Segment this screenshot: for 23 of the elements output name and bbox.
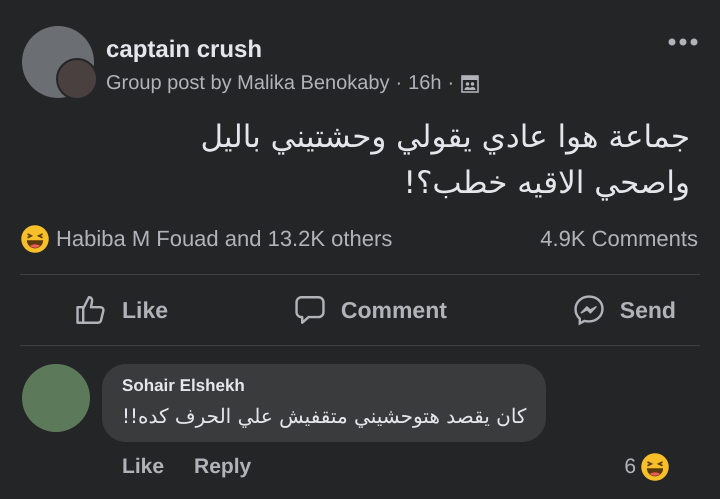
comment-button[interactable]: Comment	[288, 289, 451, 331]
post-text: جماعة هوا عادي يقولي وحشتيني باليل واصحي الاقيه خطب؟!	[199, 118, 691, 203]
like-link[interactable]: Like	[122, 455, 164, 479]
group-name-link[interactable]: captain crush	[106, 36, 668, 64]
group-icon	[460, 74, 480, 94]
commenter-name[interactable]: Sohair Elshekh	[122, 376, 526, 396]
comments-count[interactable]: 4.9K Comments	[540, 226, 698, 252]
comment-text: كان يقصد هتوحشيني متقفيش علي الحرف كده!!	[122, 404, 526, 428]
more-options-icon[interactable]	[668, 38, 698, 46]
reply-link[interactable]: Reply	[194, 455, 252, 479]
laughing-emoji-icon	[20, 224, 50, 254]
reactions-summary[interactable]: Habiba M Fouad and 13.2K others	[56, 226, 392, 252]
post-time[interactable]: 16h	[408, 72, 442, 95]
separator-dot: ·	[396, 72, 402, 95]
messenger-icon	[572, 293, 606, 327]
reaction-count: 6	[624, 455, 636, 479]
separator-dot: ·	[448, 72, 454, 95]
speech-bubble-icon	[292, 293, 327, 327]
send-button[interactable]: Send	[568, 289, 680, 331]
user-avatar-photo[interactable]	[56, 58, 98, 100]
like-button[interactable]: Like	[70, 289, 172, 331]
post-byline[interactable]: Group post by Malika Benokaby	[106, 72, 390, 95]
laughing-emoji-icon	[640, 452, 670, 482]
